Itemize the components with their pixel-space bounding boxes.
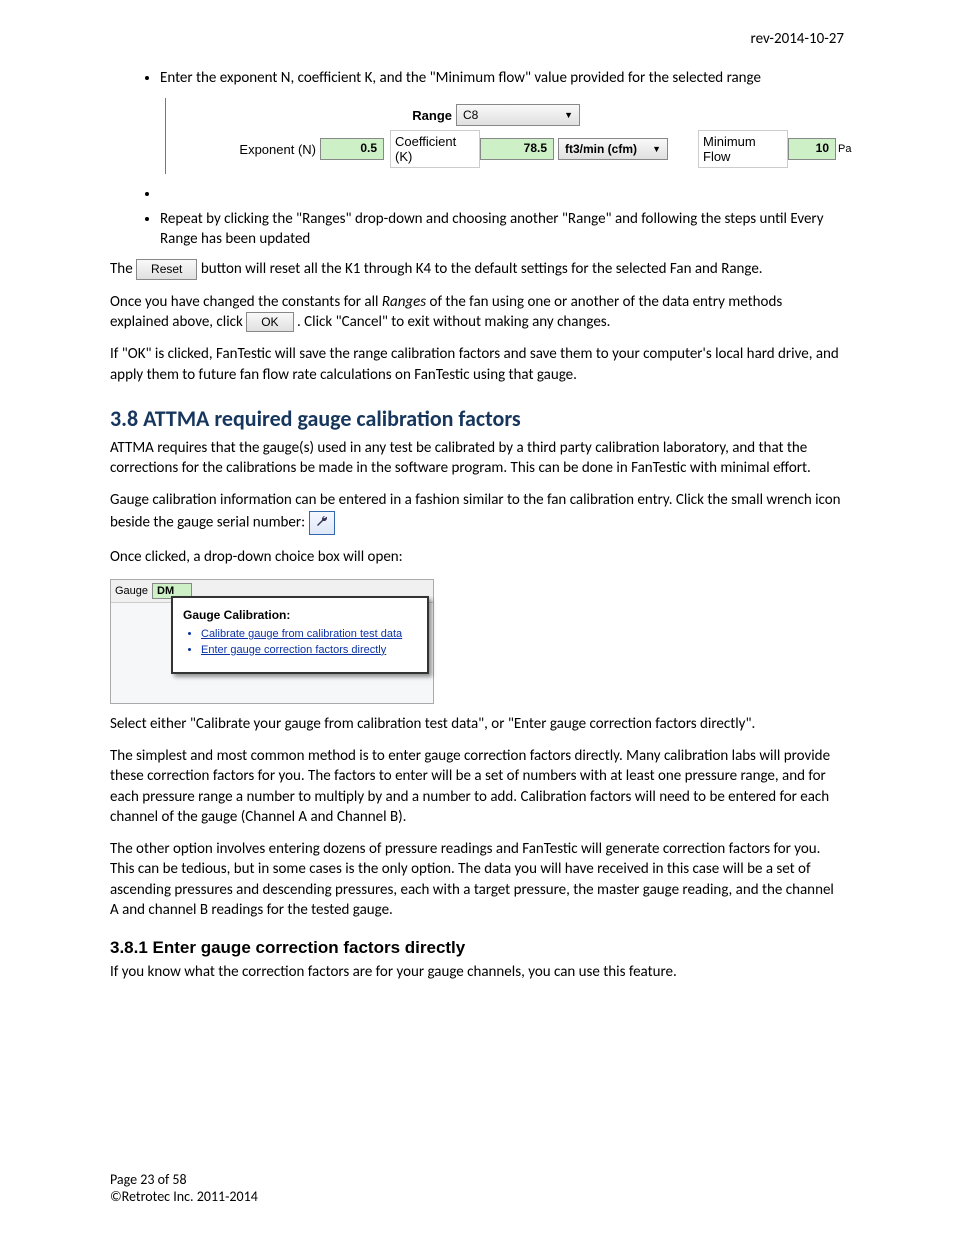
range-value: C8 [463,108,478,122]
text: button will reset all the K1 through K4 … [201,260,763,278]
gauge-calibration-menu: Gauge Calibration: Calibrate gauge from … [171,596,429,674]
minflow-label: Minimum Flow [698,130,788,168]
bullet-list-mid: Repeat by clicking the "Ranges" drop-dow… [110,184,844,249]
para: ATTMA requires that the gauge(s) used in… [110,438,844,479]
text-em: Ranges [382,293,426,311]
chevron-down-icon: ▼ [564,110,573,120]
para-wrench: Gauge calibration information can be ent… [110,490,844,534]
exponent-input[interactable]: 0.5 [320,138,384,160]
text: . Click "Cancel" to exit without making … [297,313,610,331]
coefficient-input[interactable]: 78.5 [480,138,554,160]
text: Once you have changed the constants for … [110,293,382,311]
link-text: Enter gauge correction factors directly [201,644,386,656]
units-value: ft3/min (cfm) [565,142,637,156]
footer: Page 23 of 58 ©Retrotec Inc. 2011-2014 [110,1171,258,1205]
bullet-list-top: Enter the exponent N, coefficient K, and… [110,68,844,88]
text: Gauge calibration information can be ent… [110,491,841,531]
minflow-input[interactable]: 10 [788,138,836,160]
wrench-icon[interactable] [309,511,335,535]
page-number: Page 23 of 58 [110,1171,258,1188]
reset-button[interactable]: Reset [136,259,197,279]
popup-option-direct[interactable]: Enter gauge correction factors directly [201,644,417,656]
para: The other option involves entering dozen… [110,839,844,920]
minflow-unit: Pa [838,143,851,155]
units-select[interactable]: ft3/min (cfm) ▼ [558,138,668,160]
gauge-popup-screenshot: Gauge DM Gauge Calibration: Calibrate ga… [110,579,434,704]
para-reset: The Reset button will reset all the K1 t… [110,259,844,280]
bullet-item: Repeat by clicking the "Ranges" drop-dow… [160,209,844,250]
para: If you know what the correction factors … [110,962,844,982]
para: Select either "Calibrate your gauge from… [110,714,844,734]
para-ok: Once you have changed the constants for … [110,292,844,333]
coefficient-label: Coefficient (K) [390,130,480,168]
range-label: Range [252,108,456,123]
copyright: ©Retrotec Inc. 2011-2014 [110,1188,258,1205]
para: The simplest and most common method is t… [110,746,844,827]
popup-title: Gauge Calibration: [183,608,417,622]
ok-button[interactable]: OK [246,312,293,332]
link-text: Calibrate gauge from calibration test da… [201,628,402,640]
para-save: If "OK" is clicked, FanTestic will save … [110,344,844,385]
chevron-down-icon: ▼ [652,144,661,154]
heading-3-8: 3.8 ATTMA required gauge calibration fac… [110,405,844,432]
range-select[interactable]: C8 ▼ [456,104,580,126]
bullet-item: Enter the exponent N, coefficient K, and… [160,68,844,88]
range-ui-panel: Range C8 ▼ Exponent (N) 0.5 Coefficient … [165,98,866,174]
heading-3-8-1: 3.8.1 Enter gauge correction factors dir… [110,938,844,958]
page: rev-2014-10-27 Enter the exponent N, coe… [0,0,954,1235]
gauge-label: Gauge [115,585,148,597]
revision-date: rev-2014-10-27 [110,30,844,48]
text: The [110,260,136,278]
bullet-item [160,184,844,204]
popup-option-calibrate[interactable]: Calibrate gauge from calibration test da… [201,628,417,640]
para: Once clicked, a drop-down choice box wil… [110,547,844,567]
exponent-label: Exponent (N) [166,142,320,157]
